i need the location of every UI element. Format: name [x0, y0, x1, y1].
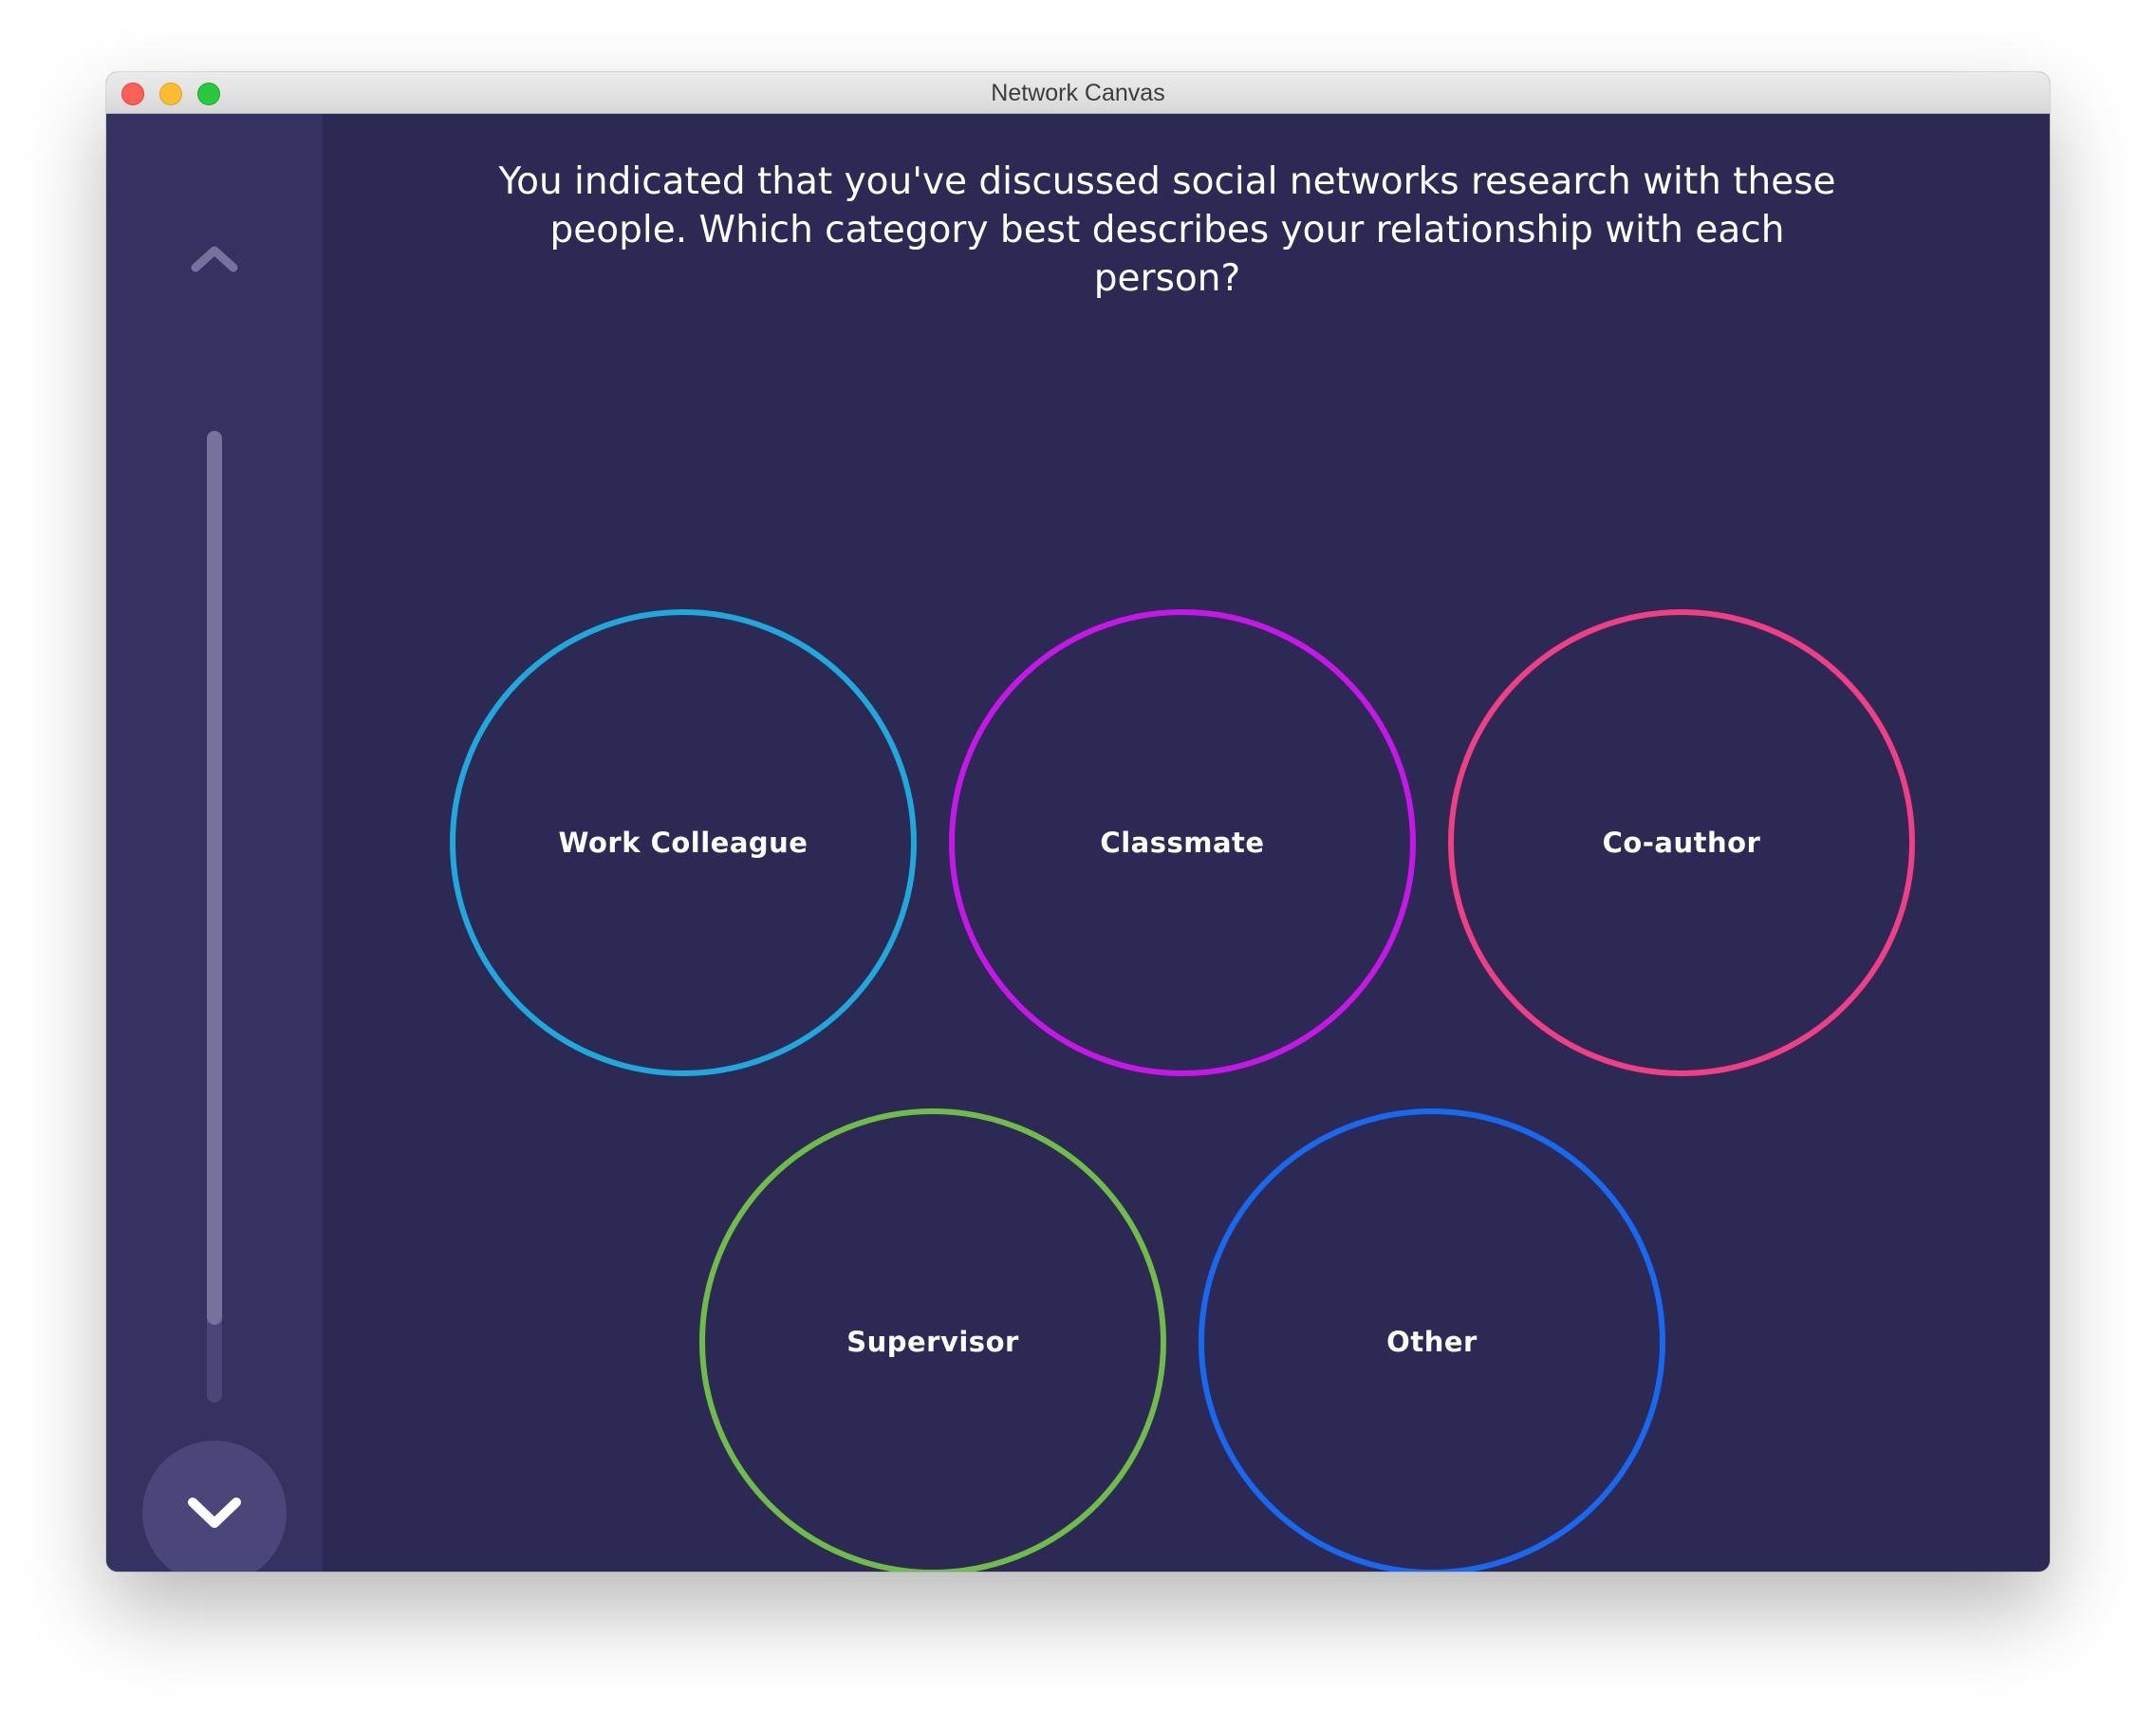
stage-prompt: You indicated that you've discussed soci…	[484, 158, 1850, 303]
title-bar: Network Canvas	[106, 72, 2050, 114]
categorical-bin-stage: You indicated that you've discussed soci…	[323, 114, 2050, 1572]
bin-other[interactable]: Other	[1199, 1108, 1665, 1572]
bin-supervisor[interactable]: Supervisor	[699, 1108, 1166, 1572]
prompt-line-2: people. Which category best describes yo…	[549, 209, 1785, 300]
bin-classmate[interactable]: Classmate	[949, 609, 1416, 1076]
previous-stage-button[interactable]	[186, 237, 243, 275]
window-title: Network Canvas	[991, 80, 1165, 106]
bin-co-author[interactable]: Co-author	[1448, 609, 1915, 1076]
next-stage-button[interactable]	[142, 1441, 287, 1572]
bin-label: Other	[1386, 1326, 1478, 1358]
chevron-down-icon	[188, 1498, 241, 1528]
bin-label: Supervisor	[846, 1326, 1019, 1358]
bin-label: Work Colleague	[558, 827, 808, 859]
chevron-up-icon	[191, 246, 238, 272]
app-window: Network Canvas You indicated that you've…	[106, 72, 2050, 1572]
prompt-line-1: You indicated that you've discussed soci…	[498, 160, 1836, 203]
progress-bar	[207, 431, 222, 1403]
navigation-sidebar	[106, 114, 323, 1572]
bin-label: Co-author	[1602, 827, 1761, 859]
progress-bar-fill	[207, 431, 222, 1326]
bin-work-colleague[interactable]: Work Colleague	[450, 609, 917, 1076]
bin-label: Classmate	[1100, 827, 1265, 859]
